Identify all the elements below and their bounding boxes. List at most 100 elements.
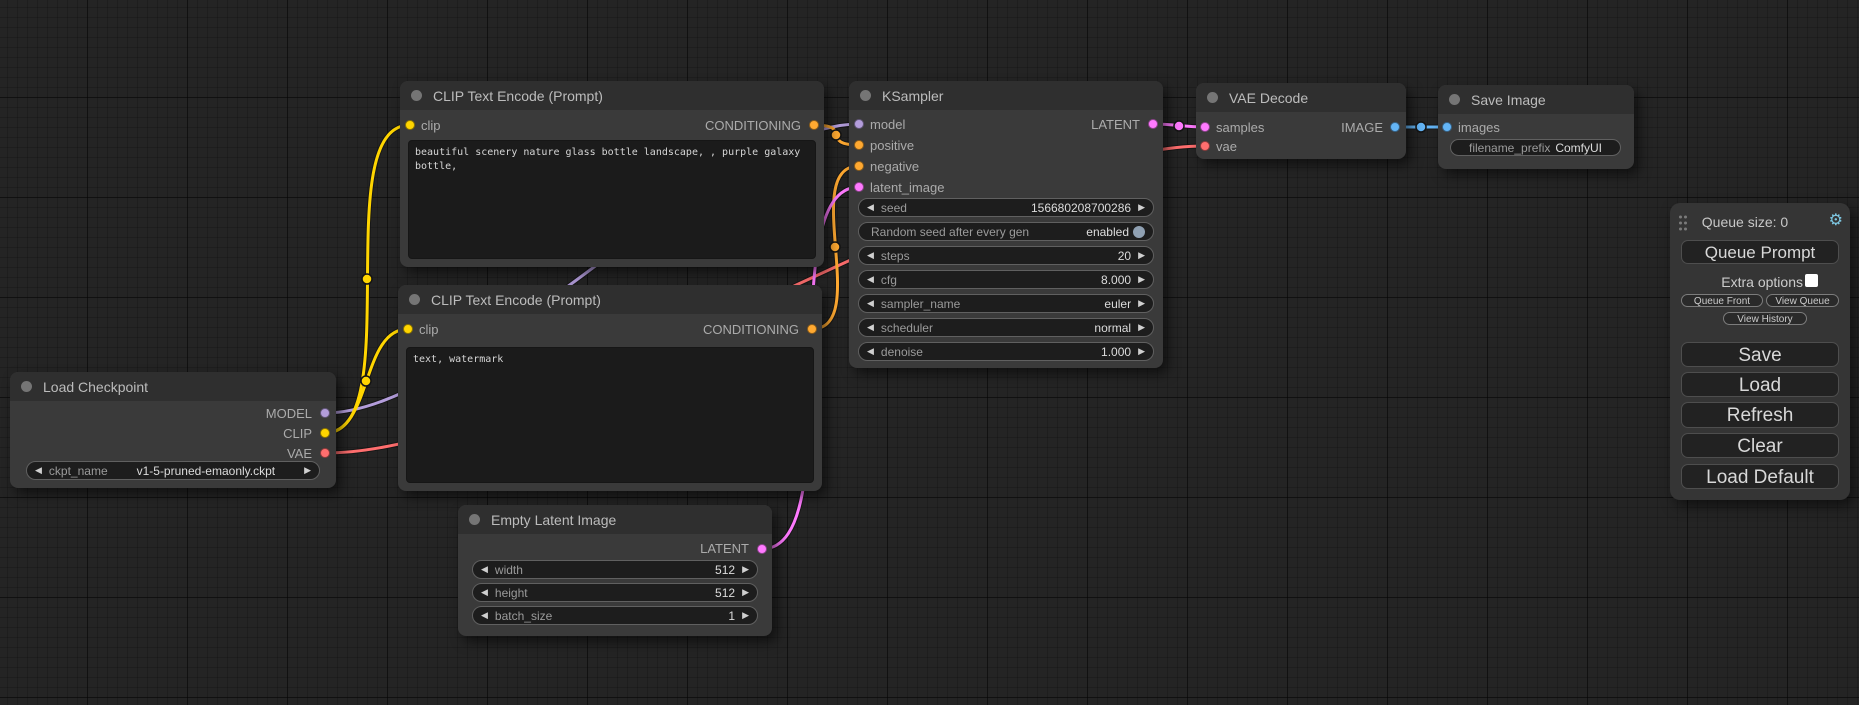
sampler-name-widget[interactable]: ◀ sampler_name euler ▶ (858, 294, 1154, 313)
output-label-latent: LATENT (700, 541, 749, 556)
width-widget[interactable]: ◀ width 512 ▶ (472, 560, 758, 579)
slot-dot-vae-output[interactable] (320, 448, 330, 458)
denoise-widget[interactable]: ◀ denoise 1.000 ▶ (858, 342, 1154, 361)
decrement-arrow-icon[interactable]: ◀ (481, 611, 488, 620)
widget-label: batch_size (495, 609, 552, 623)
queue-front-button[interactable]: Queue Front (1681, 294, 1763, 307)
collapse-dot-icon[interactable] (860, 90, 871, 101)
decrement-arrow-icon[interactable]: ◀ (867, 251, 874, 260)
link-dot-clip2 (361, 376, 371, 386)
increment-arrow-icon[interactable]: ▶ (1138, 323, 1145, 332)
refresh-button[interactable]: Refresh (1681, 402, 1839, 428)
view-history-button[interactable]: View History (1723, 312, 1807, 325)
node-title: Load Checkpoint (43, 379, 148, 395)
increment-arrow-icon[interactable]: ▶ (1138, 275, 1145, 284)
collapse-dot-icon[interactable] (1207, 92, 1218, 103)
load-default-button[interactable]: Load Default (1681, 464, 1839, 489)
steps-widget[interactable]: ◀ steps 20 ▶ (858, 246, 1154, 265)
settings-gear-icon[interactable]: ⚙ (1829, 210, 1843, 230)
slot-dot-image-output[interactable] (1390, 122, 1400, 132)
slot-dot-conditioning-output[interactable] (809, 120, 819, 130)
ckpt-name-widget[interactable]: ◀ ckpt_name v1-5-pruned-emaonly.ckpt ▶ (26, 461, 320, 480)
collapse-dot-icon[interactable] (469, 514, 480, 525)
collapse-dot-icon[interactable] (21, 381, 32, 392)
node-graph-canvas[interactable]: Load Checkpoint MODEL CLIP VAE ◀ ckpt_na… (0, 0, 1859, 705)
collapse-dot-icon[interactable] (411, 90, 422, 101)
slot-dot-clip-input[interactable] (405, 120, 415, 130)
scheduler-widget[interactable]: ◀ scheduler normal ▶ (858, 318, 1154, 337)
filename-prefix-widget[interactable]: filename_prefix ComfyUI (1450, 139, 1621, 156)
decrement-arrow-icon[interactable]: ◀ (867, 347, 874, 356)
clear-button[interactable]: Clear (1681, 433, 1839, 458)
height-widget[interactable]: ◀ height 512 ▶ (472, 583, 758, 602)
increment-arrow-icon[interactable]: ▶ (1138, 251, 1145, 260)
decrement-arrow-icon[interactable]: ◀ (35, 466, 42, 475)
decrement-arrow-icon[interactable]: ◀ (867, 323, 874, 332)
node-title-bar[interactable]: Save Image (1438, 85, 1634, 114)
increment-arrow-icon[interactable]: ▶ (742, 611, 749, 620)
slot-dot-images-input[interactable] (1442, 122, 1452, 132)
increment-arrow-icon[interactable]: ▶ (1138, 299, 1145, 308)
decrement-arrow-icon[interactable]: ◀ (867, 203, 874, 212)
node-title-bar[interactable]: Empty Latent Image (458, 505, 772, 534)
increment-arrow-icon[interactable]: ▶ (742, 588, 749, 597)
node-title-bar[interactable]: KSampler (849, 81, 1163, 110)
increment-arrow-icon[interactable]: ▶ (1138, 347, 1145, 356)
view-queue-button[interactable]: View Queue (1766, 294, 1839, 307)
batch-size-widget[interactable]: ◀ batch_size 1 ▶ (472, 606, 758, 625)
slot-dot-conditioning-output[interactable] (807, 324, 817, 334)
node-title-bar[interactable]: VAE Decode (1196, 83, 1406, 112)
slot-dot-model-output[interactable] (320, 408, 330, 418)
slot-dot-negative-input[interactable] (854, 161, 864, 171)
increment-arrow-icon[interactable]: ▶ (304, 466, 311, 475)
seed-widget[interactable]: ◀ seed 156680208700286 ▶ (858, 198, 1154, 217)
slot-dot-clip-output[interactable] (320, 428, 330, 438)
node-title-bar[interactable]: Load Checkpoint (10, 372, 336, 401)
input-label-samples: samples (1216, 120, 1264, 135)
decrement-arrow-icon[interactable]: ◀ (481, 588, 488, 597)
node-load-checkpoint[interactable]: Load Checkpoint MODEL CLIP VAE ◀ ckpt_na… (10, 372, 336, 488)
link-dot-image (1416, 122, 1426, 132)
slot-dot-model-input[interactable] (854, 119, 864, 129)
node-empty-latent-image[interactable]: Empty Latent Image LATENT ◀ width 512 ▶ … (458, 505, 772, 636)
widget-value: normal (1094, 321, 1131, 335)
increment-arrow-icon[interactable]: ▶ (742, 565, 749, 574)
node-ksampler[interactable]: KSampler model positive negative latent_… (849, 81, 1163, 368)
input-label-positive: positive (870, 138, 914, 153)
decrement-arrow-icon[interactable]: ◀ (867, 299, 874, 308)
node-vae-decode[interactable]: VAE Decode samples vae IMAGE (1196, 83, 1406, 159)
negative-prompt-textarea[interactable]: text, watermark (406, 347, 814, 483)
slot-dot-latent-image-input[interactable] (854, 182, 864, 192)
node-title: Empty Latent Image (491, 512, 616, 528)
output-label-model: MODEL (266, 406, 312, 421)
save-button[interactable]: Save (1681, 342, 1839, 367)
link-clip-negative-wire (325, 329, 408, 433)
input-label-vae: vae (1216, 139, 1237, 154)
node-save-image[interactable]: Save Image images filename_prefix ComfyU… (1438, 85, 1634, 169)
random-seed-toggle-widget[interactable]: Random seed after every gen enabled (858, 222, 1154, 241)
increment-arrow-icon[interactable]: ▶ (1138, 203, 1145, 212)
node-title-bar[interactable]: CLIP Text Encode (Prompt) (400, 81, 824, 110)
collapse-dot-icon[interactable] (1449, 94, 1460, 105)
toggle-dot-icon[interactable] (1133, 226, 1145, 238)
node-clip-text-encode-negative[interactable]: CLIP Text Encode (Prompt) clip CONDITION… (398, 285, 822, 491)
load-button[interactable]: Load (1681, 372, 1839, 397)
slot-dot-vae-input[interactable] (1200, 141, 1210, 151)
slot-dot-samples-input[interactable] (1200, 122, 1210, 132)
output-label-conditioning: CONDITIONING (703, 322, 799, 337)
slot-dot-latent-output[interactable] (757, 544, 767, 554)
queue-prompt-button[interactable]: Queue Prompt (1681, 240, 1839, 264)
positive-prompt-textarea[interactable]: beautiful scenery nature glass bottle la… (408, 140, 816, 259)
collapse-dot-icon[interactable] (409, 294, 420, 305)
cfg-widget[interactable]: ◀ cfg 8.000 ▶ (858, 270, 1154, 289)
decrement-arrow-icon[interactable]: ◀ (481, 565, 488, 574)
output-label-conditioning: CONDITIONING (705, 118, 801, 133)
extra-options-checkbox[interactable] (1805, 274, 1818, 287)
decrement-arrow-icon[interactable]: ◀ (867, 275, 874, 284)
slot-dot-clip-input[interactable] (403, 324, 413, 334)
slot-dot-latent-output[interactable] (1148, 119, 1158, 129)
widget-label: filename_prefix (1469, 141, 1550, 155)
slot-dot-positive-input[interactable] (854, 140, 864, 150)
node-title-bar[interactable]: CLIP Text Encode (Prompt) (398, 285, 822, 314)
node-clip-text-encode-positive[interactable]: CLIP Text Encode (Prompt) clip CONDITION… (400, 81, 824, 267)
